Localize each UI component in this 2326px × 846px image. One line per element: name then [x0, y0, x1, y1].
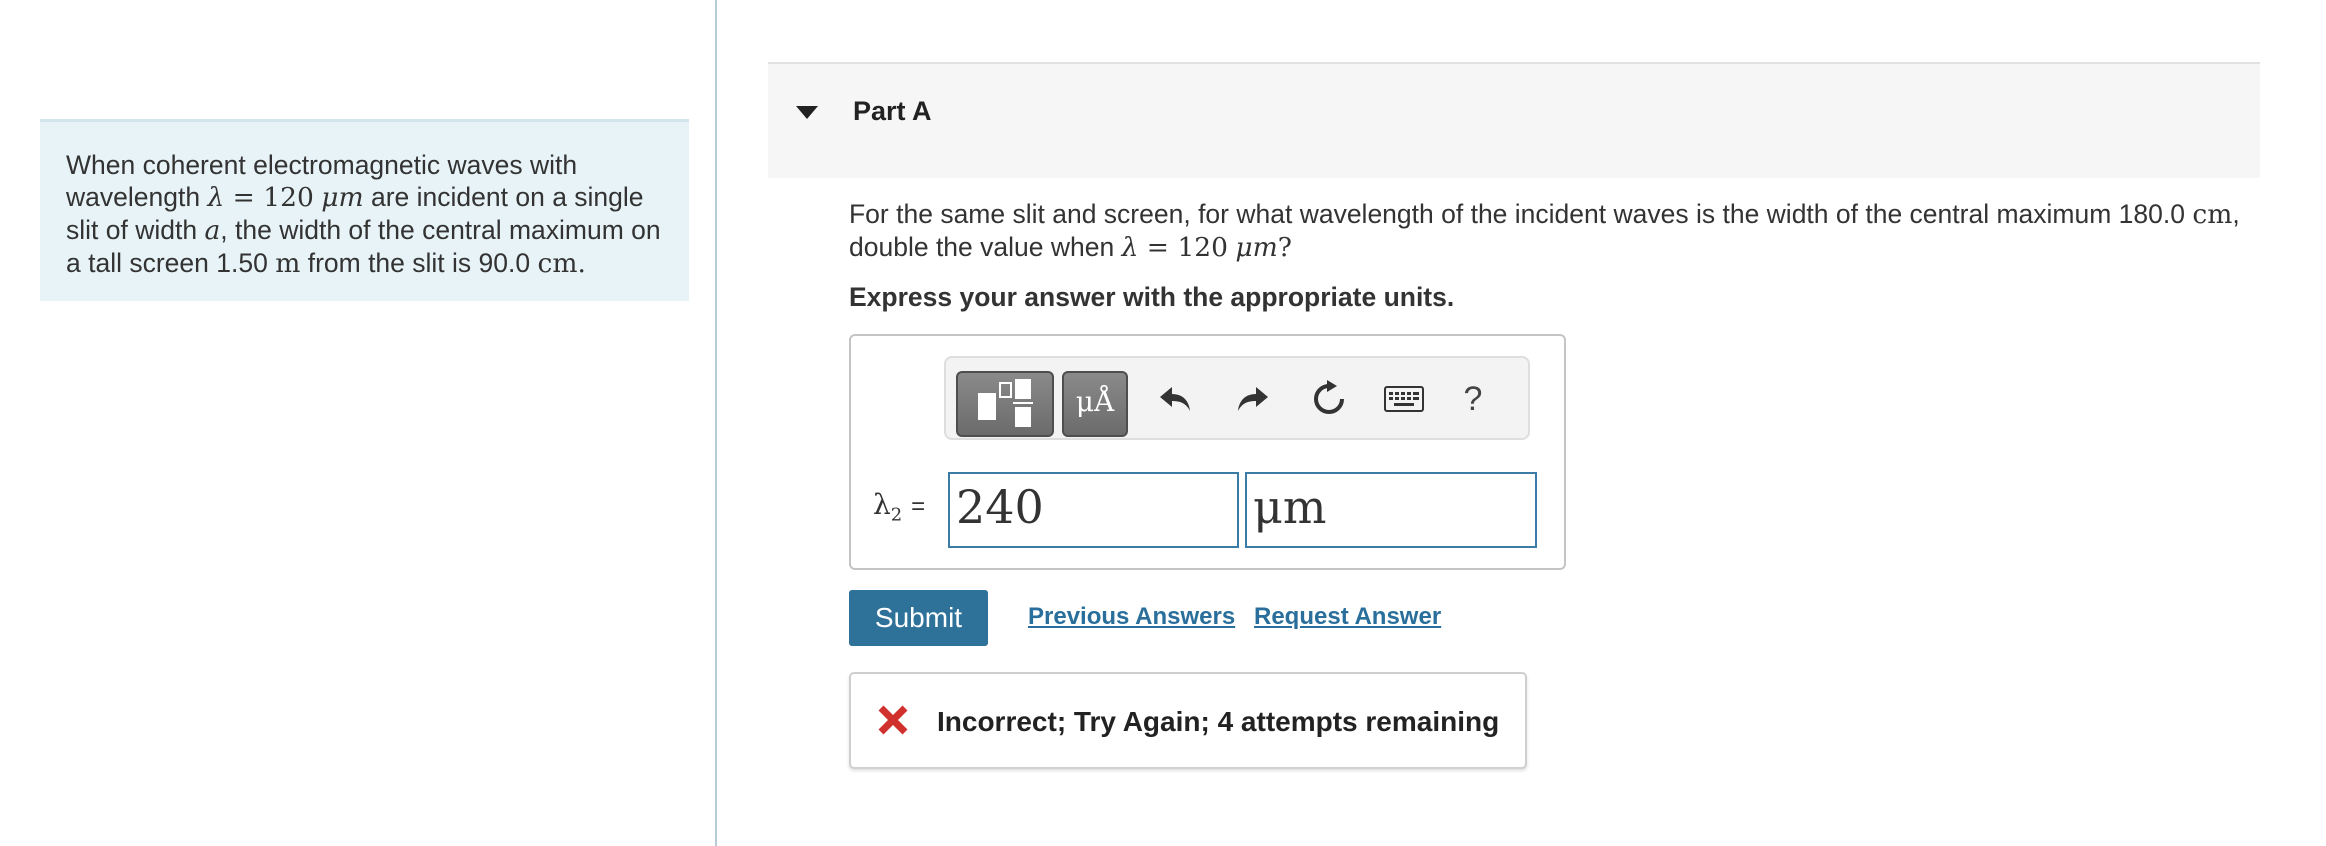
reset-button[interactable] — [1300, 370, 1358, 428]
answer-variable-subscript: 2 — [890, 504, 903, 526]
question-text: For the same slit and screen, for what w… — [849, 198, 2249, 264]
templates-button[interactable] — [956, 371, 1054, 437]
collapse-caret-icon[interactable] — [796, 106, 818, 119]
units-icon: μÅ — [1075, 385, 1115, 418]
part-header[interactable]: Part A — [768, 62, 2260, 178]
new-width-value: 180.0 — [2118, 199, 2185, 229]
question-mark: ? — [1277, 232, 1292, 263]
submit-button[interactable]: Submit — [849, 590, 988, 646]
feedback-message: Incorrect; Try Again; 4 attempts remaini… — [937, 706, 1500, 737]
slit-width-symbol: a — [204, 215, 221, 246]
problem-text: from the slit is — [300, 248, 479, 278]
previous-answers-link[interactable]: Previous Answers — [1028, 603, 1235, 631]
max-width-value: 90.0 — [478, 248, 531, 278]
keyboard-icon — [1384, 386, 1424, 412]
x-icon — [878, 705, 908, 735]
wavelength-unit: μm — [1235, 232, 1278, 263]
distance-value: 1.50 — [216, 248, 268, 278]
equals-sign: = — [224, 182, 264, 213]
answer-instruction: Express your answer with the appropriate… — [849, 282, 1455, 312]
feedback-box: Incorrect; Try Again; 4 attempts remaini… — [849, 672, 1527, 769]
undo-button[interactable] — [1146, 370, 1204, 428]
wavelength-value: 120 — [263, 182, 314, 213]
new-width-unit: cm — [2192, 199, 2233, 230]
answer-variable-symbol: λ — [873, 488, 891, 521]
answer-variable-label: λ2 = — [873, 488, 925, 526]
answer-value-input[interactable]: 240 — [948, 472, 1239, 548]
redo-button[interactable] — [1224, 370, 1282, 428]
units-button[interactable]: μÅ — [1062, 371, 1128, 437]
equals-sign: = — [1138, 232, 1178, 263]
answer-unit-input[interactable]: μm — [1245, 472, 1537, 548]
distance-unit: m — [275, 248, 301, 279]
redo-icon — [1238, 387, 1268, 411]
period: . — [577, 248, 586, 279]
max-width-unit: cm — [537, 248, 578, 279]
lambda-symbol: λ — [207, 182, 225, 213]
templates-icon — [978, 379, 1033, 427]
pane-divider — [715, 0, 717, 846]
part-title: Part A — [853, 96, 932, 126]
wavelength-value: 120 — [1177, 232, 1229, 263]
undo-icon — [1160, 387, 1190, 411]
help-icon: ? — [1463, 379, 1483, 418]
wavelength-unit: μm — [321, 182, 364, 213]
math-toolbar: μÅ ? — [944, 356, 1530, 440]
keyboard-button[interactable] — [1375, 370, 1433, 428]
help-button[interactable]: ? — [1444, 370, 1502, 428]
request-answer-link[interactable]: Request Answer — [1254, 603, 1441, 631]
answer-equals: = — [911, 493, 926, 520]
question-text-part: For the same slit and screen, for what w… — [849, 199, 2119, 229]
lambda-symbol: λ — [1121, 232, 1139, 263]
page: When coherent electromagnetic waves with… — [0, 0, 2326, 846]
reset-icon — [1314, 380, 1344, 414]
problem-statement: When coherent electromagnetic waves with… — [40, 119, 689, 301]
answer-box: μÅ ? λ2 = 240 μm — [849, 334, 1566, 570]
